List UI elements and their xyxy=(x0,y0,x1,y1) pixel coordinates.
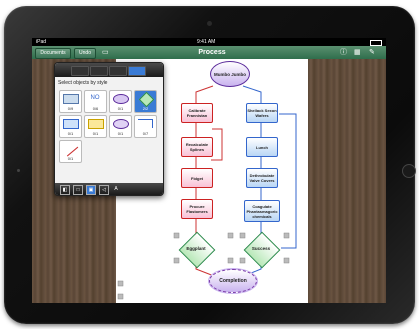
undo-button[interactable]: Undo xyxy=(74,48,96,59)
cell-count: 0/1 xyxy=(117,106,124,111)
cell-count: 0/1 xyxy=(67,156,74,161)
dethrobulate-node[interactable]: Dethrobulate Valve Covers xyxy=(246,168,278,188)
cell-count: 0/1 xyxy=(92,131,99,136)
fidget-node[interactable]: Fidget xyxy=(181,168,213,188)
popover-heading: Select objects by style xyxy=(58,80,108,86)
style-popover: Select objects by style 0/9 NO 0/6 0/1 2/… xyxy=(54,62,164,196)
completion-node[interactable]: Completion xyxy=(209,269,257,293)
style-swatch xyxy=(113,119,129,129)
cell-count: 2/2 xyxy=(142,106,149,111)
calibrate-node[interactable]: Calibrate Frannistan xyxy=(181,103,213,123)
cell-count: 0/1 xyxy=(67,131,74,136)
style-cell[interactable]: 0/1 xyxy=(59,115,82,138)
page-title: Process xyxy=(198,49,226,56)
style-swatch xyxy=(113,94,129,104)
style-cell[interactable]: 0/1 xyxy=(84,115,107,138)
lunch-node[interactable]: Lunch xyxy=(246,137,278,157)
text-tool-icon[interactable]: ▣ xyxy=(86,185,96,195)
style-cell[interactable]: 0/1 xyxy=(109,115,132,138)
clock: 9:41 AM xyxy=(197,39,216,45)
line-tool-icon[interactable]: ◁ xyxy=(99,185,109,195)
info-icon[interactable]: ⓘ xyxy=(340,48,347,57)
style-swatch xyxy=(138,91,155,108)
grid-icon[interactable]: ▦ xyxy=(354,48,361,57)
panel-toggle-icon[interactable]: ▭ xyxy=(102,48,109,57)
recalculate-node[interactable]: Recalculate Splines xyxy=(181,137,213,157)
cell-count: 0/7 xyxy=(142,131,149,136)
shellack-node[interactable]: Shellack Sexon Wafers xyxy=(246,103,278,123)
success-label: Success xyxy=(251,246,271,251)
layers-tab[interactable] xyxy=(90,66,108,76)
screen: iPad 9:41 AM Documents Undo ▭ Process ⓘ … xyxy=(32,38,386,303)
documents-button[interactable]: Documents xyxy=(35,48,71,59)
style-cell[interactable]: NO 0/6 xyxy=(84,90,107,113)
eggplant-label: Eggplant xyxy=(186,246,206,251)
style-tab[interactable] xyxy=(128,66,146,76)
style-swatch xyxy=(138,119,153,128)
carrier-label: iPad xyxy=(36,39,47,45)
select-tool-icon[interactable]: ◧ xyxy=(60,185,70,195)
popover-toolbar: ◧ □ ▣ ◁ A xyxy=(55,183,163,195)
style-cell[interactable]: 0/7 xyxy=(134,115,157,138)
nav-bar: Documents Undo ▭ Process ⓘ ▦ ✎ xyxy=(32,46,386,59)
start-node[interactable]: Mumbo Jumbo xyxy=(210,61,250,87)
style-cell-selected[interactable]: 2/2 xyxy=(134,90,157,113)
home-button[interactable] xyxy=(402,164,416,178)
completion-label: Completion xyxy=(219,278,247,284)
style-swatch xyxy=(63,94,79,104)
style-cell[interactable]: 0/1 xyxy=(109,90,132,113)
camera xyxy=(207,21,212,26)
style-swatch: NO xyxy=(90,95,100,101)
shapes-tab[interactable] xyxy=(71,66,89,76)
popover-tabs xyxy=(55,63,163,77)
style-swatch xyxy=(88,119,104,129)
font-tool-icon[interactable]: A xyxy=(112,185,120,193)
coagulate-node[interactable]: Coagulate Phantasmagoric chemicals xyxy=(244,200,280,222)
style-swatch xyxy=(61,140,79,157)
procure-node[interactable]: Procure Flastomers xyxy=(181,199,213,219)
style-cell[interactable]: 0/1 xyxy=(59,140,82,163)
cell-count: 0/9 xyxy=(67,106,74,111)
rect-tool-icon[interactable]: □ xyxy=(73,185,83,195)
cell-count: 0/6 xyxy=(92,106,99,111)
style-cell[interactable]: 0/9 xyxy=(59,90,82,113)
list-tab[interactable] xyxy=(109,66,127,76)
pen-icon[interactable]: ✎ xyxy=(369,48,375,57)
style-swatch xyxy=(63,119,79,129)
status-bar: iPad 9:41 AM xyxy=(32,38,386,46)
start-node-label: Mumbo Jumbo xyxy=(214,71,246,77)
cell-count: 0/1 xyxy=(117,131,124,136)
sensor xyxy=(17,169,20,172)
